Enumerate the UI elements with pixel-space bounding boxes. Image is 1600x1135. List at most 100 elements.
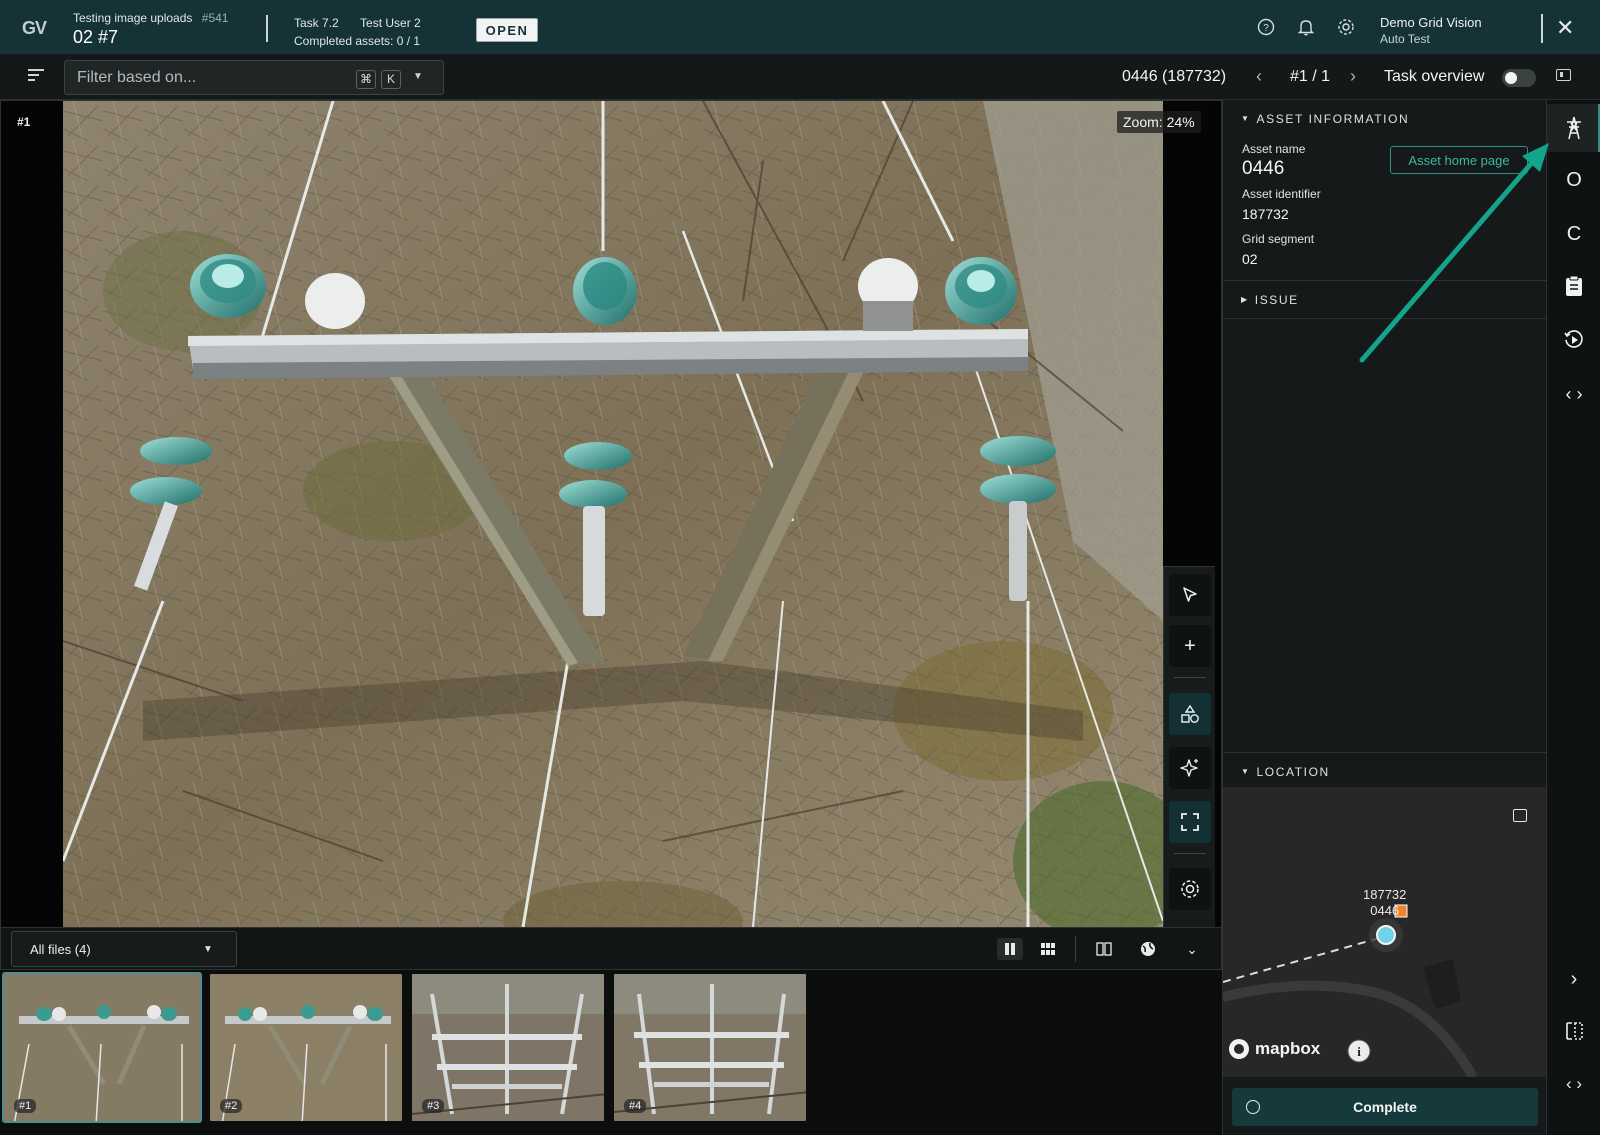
single-view-button[interactable] <box>997 938 1023 960</box>
thumbnail-label: #4 <box>624 1099 647 1113</box>
viewer-toolbar: + <box>1163 566 1215 927</box>
shapes-icon <box>1181 704 1199 723</box>
split-panel-icon <box>1566 1022 1583 1040</box>
svg-text:i: i <box>1357 1044 1361 1059</box>
issue-header[interactable]: ▶ ISSUE <box>1241 293 1299 307</box>
inspection-photo[interactable] <box>63 101 1163 927</box>
asset-information-header[interactable]: ▼ ASSET INFORMATION <box>1241 112 1409 126</box>
location-header[interactable]: ▼ LOCATION <box>1241 765 1330 779</box>
rail-clipboard-tab[interactable] <box>1547 262 1600 310</box>
thumbnail-1[interactable]: #1 <box>2 972 202 1123</box>
filter-box: ⌘ K ▼ <box>64 60 444 95</box>
code-icon: ‹ › <box>1565 1074 1583 1093</box>
sparkle-icon <box>1180 759 1198 777</box>
globe-view-button[interactable] <box>1135 938 1161 960</box>
side-rail: O C ‹ › › ‹ › <box>1546 100 1600 1135</box>
panel-divider <box>1223 280 1547 281</box>
rail-code-button[interactable]: ‹ › <box>1547 1060 1600 1108</box>
rail-split-button[interactable] <box>1547 1007 1600 1055</box>
gear-icon[interactable] <box>1336 18 1356 38</box>
split-view-icon <box>1096 942 1112 956</box>
grid-segment-label: Grid segment <box>1242 232 1315 246</box>
filter-bar: ⌘ K ▼ 0446 (187732) ‹ #1 / 1 › Task over… <box>0 54 1600 100</box>
rail-expand-button[interactable]: › <box>1547 955 1600 1003</box>
next-asset-icon[interactable]: › <box>1350 66 1356 87</box>
thumbnail-4[interactable]: #4 <box>612 972 808 1123</box>
globe-icon <box>1141 942 1155 956</box>
rail-code-tab[interactable]: ‹ › <box>1547 370 1600 418</box>
project-subtitle: 02 #7 <box>73 27 119 47</box>
grid-segment-value: 02 <box>1242 251 1258 267</box>
location-map[interactable]: i 187732 0446 mapbox <box>1223 787 1547 1077</box>
fullscreen-button[interactable] <box>1169 801 1211 843</box>
history-icon <box>1564 330 1583 348</box>
asset-panel: ▼ ASSET INFORMATION Asset name 0446 Asset… <box>1222 100 1547 1135</box>
file-bar: All files (4) ▼ ⌄ <box>0 928 1222 970</box>
rail-o-tab[interactable]: O <box>1547 156 1600 204</box>
zoom-level: Zoom: 24% <box>1117 111 1201 133</box>
files-dropdown[interactable]: All files (4) ▼ <box>11 931 237 967</box>
thumbnail-3[interactable]: #3 <box>410 972 606 1123</box>
svg-text:?: ? <box>1263 23 1269 34</box>
shortcut-k: K <box>381 70 401 89</box>
project-number: #541 <box>201 11 229 25</box>
fullscreen-icon <box>1181 813 1199 831</box>
shapes-tool-button[interactable] <box>1169 693 1211 735</box>
panel-layout-icon[interactable] <box>1556 69 1571 81</box>
rail-c-tab[interactable]: C <box>1547 210 1600 258</box>
thumbnail-label: #3 <box>422 1099 445 1113</box>
filter-dropdown-icon[interactable]: ▼ <box>413 71 423 82</box>
rail-asset-tab[interactable] <box>1547 104 1600 152</box>
files-dropdown-label: All files (4) <box>30 942 91 957</box>
expand-filebar-button[interactable]: ⌄ <box>1179 938 1205 960</box>
project-title: Testing image uploads <box>73 11 193 25</box>
filter-input[interactable] <box>77 68 337 88</box>
viewer-settings-button[interactable] <box>1169 868 1211 910</box>
thumbnail-label: #2 <box>220 1099 243 1113</box>
compare-view-button[interactable] <box>1091 938 1117 960</box>
select-tool-button[interactable] <box>1169 574 1211 616</box>
image-viewer: #1 Zoom: 24% + <box>0 100 1222 928</box>
chevron-down-icon: ▼ <box>203 944 213 955</box>
ai-tool-button[interactable] <box>1169 747 1211 789</box>
rail-history-tab[interactable] <box>1547 316 1600 364</box>
bell-icon[interactable] <box>1296 18 1316 38</box>
sort-icon[interactable] <box>28 69 44 84</box>
asset-identifier-label: Asset identifier <box>1242 187 1321 201</box>
cursor-icon <box>1183 587 1197 602</box>
complete-button[interactable]: Complete <box>1232 1088 1538 1126</box>
asset-home-page-button[interactable]: Asset home page <box>1390 146 1528 174</box>
close-icon[interactable]: ✕ <box>1556 15 1574 41</box>
add-tool-button[interactable]: + <box>1169 625 1211 667</box>
circle-icon <box>1246 1100 1260 1114</box>
user-sub: Auto Test <box>1380 32 1430 46</box>
help-icon[interactable]: ? <box>1256 18 1276 38</box>
toolbar-divider-2 <box>1174 853 1206 854</box>
prev-asset-icon[interactable]: ‹ <box>1256 66 1262 87</box>
code-icon: ‹ › <box>1565 383 1583 404</box>
toolbar-divider <box>1174 677 1206 678</box>
task-overview-label: Task overview <box>1384 68 1485 85</box>
caret-right-icon: ▶ <box>1241 295 1249 304</box>
image-icon[interactable] <box>1513 809 1527 822</box>
chevron-down-icon: ⌄ <box>1186 940 1198 957</box>
grid-view-button[interactable] <box>1035 938 1061 960</box>
app-logo[interactable]: GV <box>22 18 47 39</box>
completed-assets: Completed assets: 0 / 1 <box>294 34 421 48</box>
caret-down-icon: ▼ <box>1241 767 1251 776</box>
chevron-right-icon: › <box>1570 967 1578 990</box>
task-overview-toggle[interactable] <box>1502 69 1536 87</box>
top-header: GV Testing image uploads #541 02 #7 Task… <box>0 0 1600 54</box>
map-asset-name: 0446 <box>1370 903 1400 918</box>
asset-name-label: Asset name <box>1242 142 1306 156</box>
asset-identifier-value: 187732 <box>1242 206 1289 222</box>
power-tower-icon <box>1567 116 1581 140</box>
thumbnail-2[interactable]: #2 <box>208 972 404 1123</box>
clipboard-icon <box>1566 275 1582 296</box>
header-divider-right <box>1541 14 1543 43</box>
gear-icon <box>1181 880 1199 898</box>
user-menu[interactable]: Demo Grid Vision Auto Test <box>1380 14 1482 48</box>
thumbnail-label: #1 <box>14 1099 37 1113</box>
asset-name-value: 0446 <box>1242 158 1285 179</box>
user-name: Demo Grid Vision <box>1380 15 1482 30</box>
